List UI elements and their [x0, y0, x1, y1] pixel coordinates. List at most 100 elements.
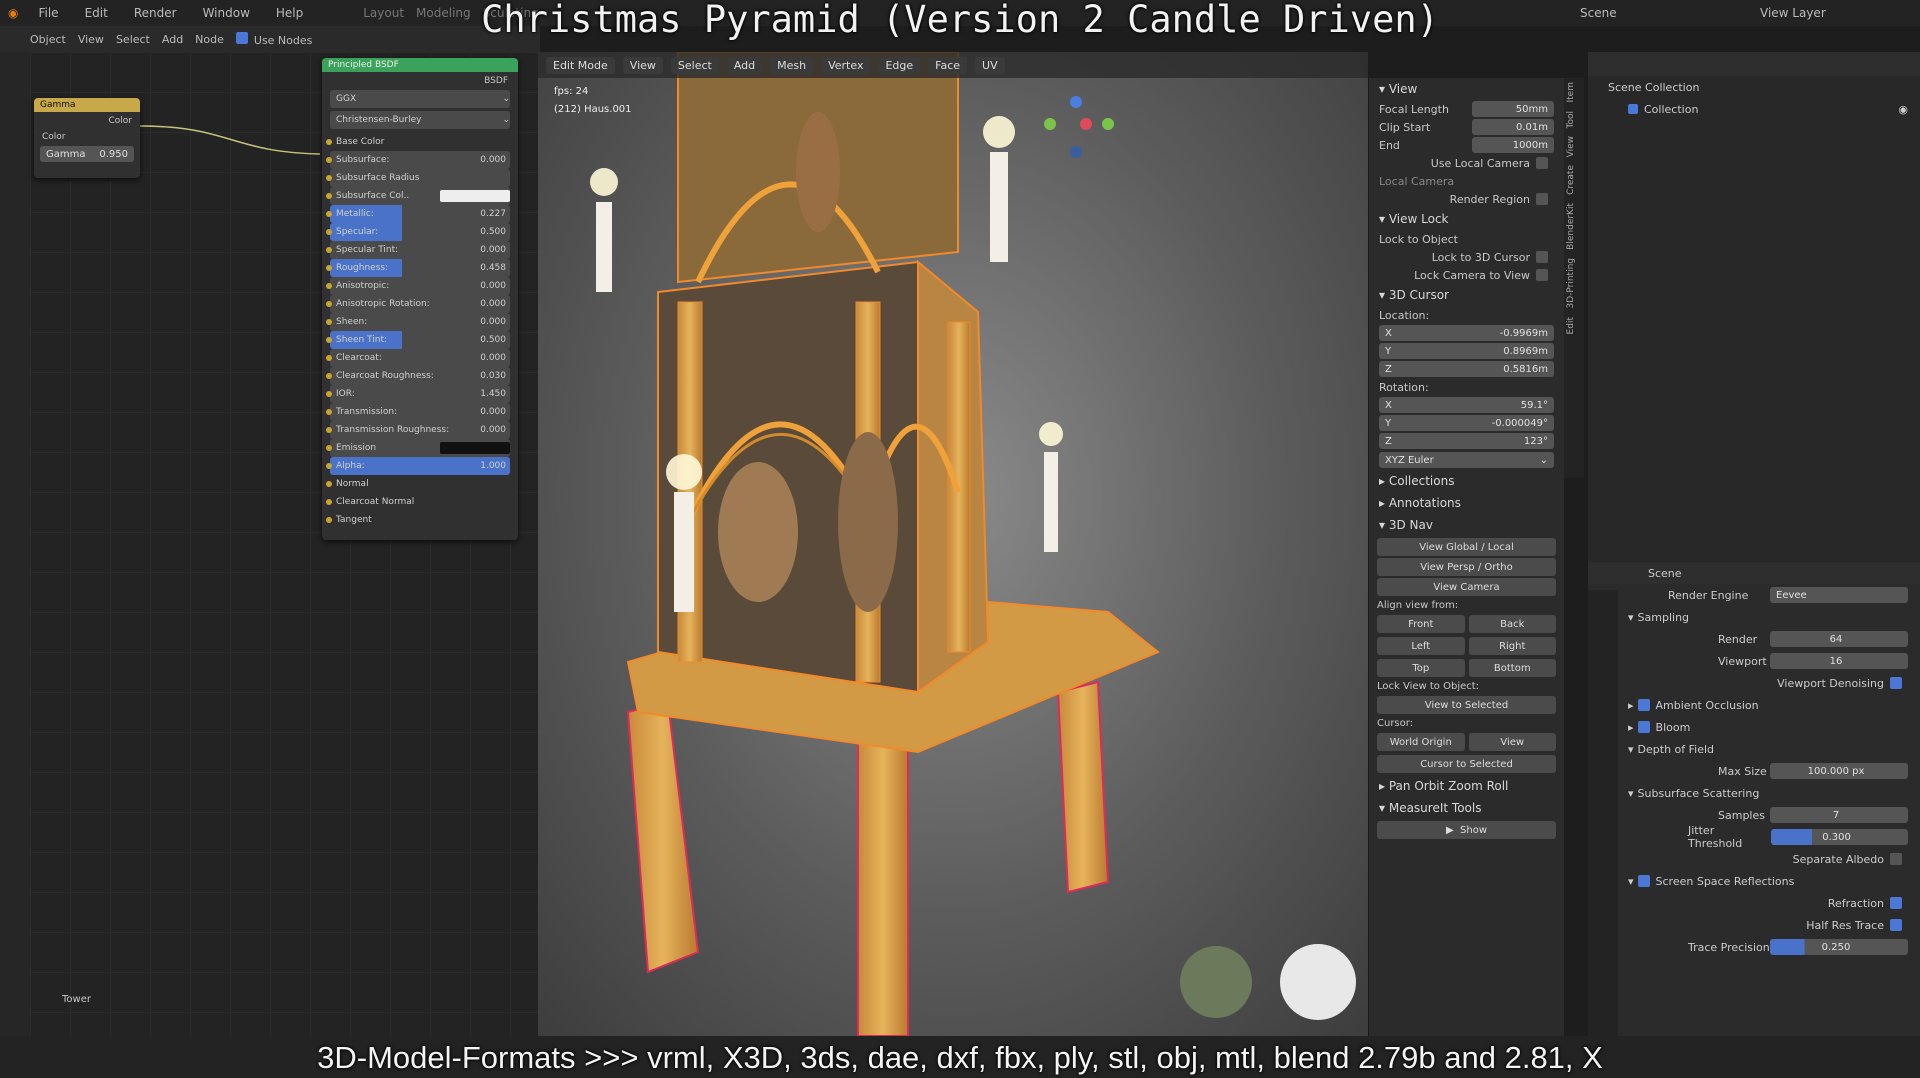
- sidebar-tab-view[interactable]: View: [1564, 132, 1578, 161]
- bsdf-input-row[interactable]: Anisotropic: 0.000: [326, 277, 510, 295]
- socket-icon[interactable]: [326, 265, 332, 271]
- socket-icon[interactable]: [326, 409, 332, 415]
- render-region-checkbox[interactable]: [1536, 193, 1548, 205]
- rot-rows-field[interactable]: Y -0.000049°: [1379, 415, 1554, 431]
- socket-icon[interactable]: [326, 283, 332, 289]
- loc-rows-field[interactable]: X -0.9969m: [1379, 325, 1554, 341]
- align-right-button[interactable]: Right: [1468, 637, 1556, 655]
- denoise-checkbox[interactable]: [1890, 677, 1902, 689]
- bsdf-input-row[interactable]: Subsurface Radius: [326, 169, 510, 187]
- socket-icon[interactable]: [326, 499, 332, 505]
- collections-header[interactable]: ▸ Collections: [1369, 470, 1564, 492]
- color-swatch[interactable]: [440, 190, 510, 202]
- eye-icon[interactable]: ◉: [1898, 103, 1908, 116]
- vp-menu-vertex[interactable]: Vertex: [821, 56, 871, 74]
- bsdf-input-row[interactable]: Specular: 0.500: [326, 223, 510, 241]
- use-local-camera-checkbox[interactable]: [1536, 157, 1548, 169]
- measureit-header[interactable]: ▾ MeasureIt Tools: [1369, 797, 1564, 819]
- annotations-header[interactable]: ▸ Annotations: [1369, 492, 1564, 514]
- bsdf-input-row[interactable]: Sheen Tint: 0.500: [326, 331, 510, 349]
- 3d-viewport[interactable]: [538, 51, 1368, 1037]
- lock-camera-checkbox[interactable]: [1536, 269, 1548, 281]
- socket-icon[interactable]: [326, 157, 332, 163]
- sidebar-tab-blenderkit[interactable]: BlenderKit: [1564, 199, 1578, 254]
- mode-dropdown[interactable]: Edit Mode: [546, 56, 615, 74]
- socket-icon[interactable]: [326, 481, 332, 487]
- rotation-mode-dropdown[interactable]: XYZ Euler ⌄: [1379, 452, 1554, 468]
- align-top-button[interactable]: Top: [1377, 659, 1465, 677]
- align-bottom-button[interactable]: Bottom: [1468, 659, 1556, 677]
- vp-menu-view[interactable]: View: [622, 56, 663, 74]
- distribution-dropdown[interactable]: GGX ⌄: [330, 90, 510, 108]
- align-back-button[interactable]: Back: [1468, 615, 1556, 633]
- render-samples-field[interactable]: 64: [1770, 631, 1908, 647]
- gamma-node[interactable]: Gamma Color Color Gamma 0.950: [34, 98, 140, 178]
- sidebar-tab-tool[interactable]: Tool: [1564, 107, 1578, 132]
- loc-rows-field[interactable]: Z 0.5816m: [1379, 361, 1554, 377]
- bsdf-input-row[interactable]: Anisotropic Rotation: 0.000: [326, 295, 510, 313]
- view-persp-ortho-button[interactable]: View Persp / Ortho: [1377, 558, 1556, 576]
- gamma-value-field[interactable]: Gamma 0.950: [40, 146, 134, 162]
- socket-icon[interactable]: [326, 193, 332, 199]
- socket-icon[interactable]: [326, 373, 332, 379]
- clip-end-field[interactable]: 1000m: [1472, 137, 1554, 153]
- bsdf-input-row[interactable]: Subsurface Col..: [326, 187, 510, 205]
- bsdf-input-row[interactable]: Metallic: 0.227: [326, 205, 510, 223]
- 3d-cursor-header[interactable]: ▾ 3D Cursor: [1369, 284, 1564, 306]
- socket-icon[interactable]: [326, 247, 332, 253]
- bsdf-input-row[interactable]: Alpha: 1.000: [326, 457, 510, 475]
- bsdf-input-row[interactable]: Roughness: 0.458: [326, 259, 510, 277]
- socket-icon[interactable]: [326, 301, 332, 307]
- measureit-show-button[interactable]: ▶ Show: [1377, 821, 1556, 839]
- vp-menu-mesh[interactable]: Mesh: [770, 56, 814, 74]
- viewport-samples-field[interactable]: 16: [1770, 653, 1908, 669]
- vp-menu-select[interactable]: Select: [670, 56, 719, 74]
- refraction-checkbox[interactable]: [1890, 897, 1902, 909]
- view-camera-button[interactable]: View Camera: [1377, 578, 1556, 596]
- trace-precision-field[interactable]: 0.250: [1770, 939, 1908, 955]
- sidebar-tab-create[interactable]: Create: [1564, 161, 1578, 199]
- max-size-field[interactable]: 100.000 px: [1770, 763, 1908, 779]
- socket-icon[interactable]: [326, 211, 332, 217]
- sss-samples-field[interactable]: 7: [1770, 807, 1908, 823]
- scene-collection-row[interactable]: Scene Collection: [1588, 76, 1920, 98]
- bsdf-input-row[interactable]: Specular Tint: 0.000: [326, 241, 510, 259]
- ao-header[interactable]: ▸ Ambient Occlusion: [1628, 694, 1908, 716]
- cursor-to-selected-button[interactable]: Cursor to Selected: [1377, 755, 1556, 773]
- sss-method-dropdown[interactable]: Christensen-Burley ⌄: [330, 111, 510, 129]
- sss-header[interactable]: ▾ Subsurface Scattering: [1628, 782, 1908, 804]
- bsdf-input-row[interactable]: Clearcoat Roughness: 0.030: [326, 367, 510, 385]
- ssr-header[interactable]: ▾ Screen Space Reflections: [1628, 870, 1908, 892]
- rot-rows-field[interactable]: X 59.1°: [1379, 397, 1554, 413]
- bloom-header[interactable]: ▸ Bloom: [1628, 716, 1908, 738]
- socket-icon[interactable]: [326, 319, 332, 325]
- align-front-button[interactable]: Front: [1377, 615, 1465, 633]
- bsdf-input-row[interactable]: Transmission: 0.000: [326, 403, 510, 421]
- collection-row[interactable]: Collection ◉: [1588, 98, 1920, 120]
- bsdf-input-row[interactable]: Emission: [326, 439, 510, 457]
- 3d-nav-header[interactable]: ▾ 3D Nav: [1369, 514, 1564, 536]
- bsdf-input-row[interactable]: Sheen: 0.000: [326, 313, 510, 331]
- pan-orbit-header[interactable]: ▸ Pan Orbit Zoom Roll: [1369, 775, 1564, 797]
- align-left-button[interactable]: Left: [1377, 637, 1465, 655]
- sampling-header[interactable]: ▾ Sampling: [1628, 606, 1908, 628]
- rot-rows-field[interactable]: Z 123°: [1379, 433, 1554, 449]
- bsdf-input-row[interactable]: Clearcoat: 0.000: [326, 349, 510, 367]
- socket-icon[interactable]: [326, 355, 332, 361]
- socket-icon[interactable]: [326, 391, 332, 397]
- color-swatch[interactable]: [440, 442, 510, 454]
- socket-icon[interactable]: [326, 445, 332, 451]
- socket-icon[interactable]: [326, 517, 332, 523]
- socket-icon[interactable]: [326, 229, 332, 235]
- dof-header[interactable]: ▾ Depth of Field: [1628, 738, 1908, 760]
- sidebar-tab-item[interactable]: Item: [1564, 78, 1578, 107]
- bsdf-input-row[interactable]: Subsurface: 0.000: [326, 151, 510, 169]
- socket-icon[interactable]: [326, 175, 332, 181]
- socket-icon[interactable]: [326, 427, 332, 433]
- loc-rows-field[interactable]: Y 0.8969m: [1379, 343, 1554, 359]
- bsdf-input-row[interactable]: Transmission Roughness: 0.000: [326, 421, 510, 439]
- principled-bsdf-node[interactable]: Principled BSDF BSDF GGX ⌄ Christensen-Bu…: [322, 58, 518, 540]
- vp-menu-uv[interactable]: UV: [975, 56, 1005, 74]
- socket-icon[interactable]: [326, 139, 332, 145]
- view-section-header[interactable]: ▾ View: [1369, 78, 1564, 100]
